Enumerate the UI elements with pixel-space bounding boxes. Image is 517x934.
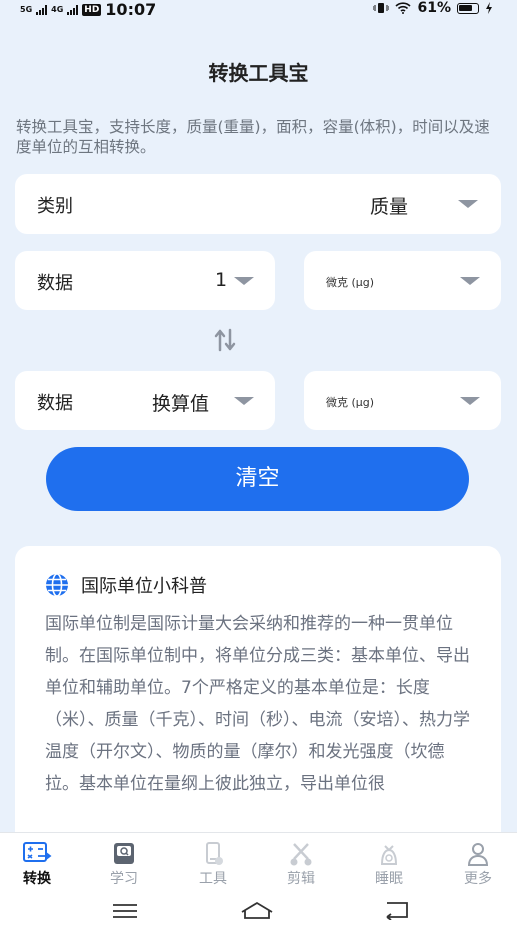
battery-percent: 61% (417, 0, 451, 16)
status-time: 10:07 (105, 0, 157, 19)
tab-tools[interactable]: 工具 (170, 833, 256, 889)
info-title: 国际单位小科普 (81, 576, 207, 597)
input-unit: 微克 (µg) (326, 276, 375, 289)
output-value: 换算值 (152, 393, 210, 415)
sleep-icon (380, 845, 398, 865)
tab-label: 更多 (464, 871, 492, 887)
chevron-down-icon (460, 277, 480, 285)
chevron-down-icon (458, 200, 478, 208)
input-value-field[interactable]: 数据 1 (15, 251, 275, 310)
output-label: 数据 (37, 393, 73, 414)
category-label: 类别 (37, 196, 73, 217)
tab-more[interactable]: 更多 (435, 833, 517, 889)
chevron-down-icon (460, 397, 480, 405)
category-value: 质量 (370, 196, 409, 218)
chevron-down-icon (234, 277, 254, 285)
status-bar: 5G 4G HD 10:07 61% (0, 0, 517, 20)
clear-button[interactable]: 清空 (46, 447, 469, 511)
system-nav-bar (0, 888, 517, 934)
info-header: 国际单位小科普 (45, 572, 207, 598)
output-unit-selector[interactable]: 微克 (µg) (304, 371, 501, 430)
signal-icon (36, 4, 48, 15)
page-title: 转换工具宝 (208, 61, 309, 85)
scissors-icon (290, 843, 312, 866)
output-unit: 微克 (µg) (326, 396, 375, 409)
info-card: 国际单位小科普 国际单位制是国际计量大会采纳和推荐的一种一贯单位制。在国际单位制… (15, 546, 501, 836)
sim2-label: 4G (51, 4, 64, 14)
chevron-down-icon (234, 397, 254, 405)
sim1-label: 5G (20, 4, 33, 14)
hd-badge: HD (82, 3, 102, 16)
tab-label: 工具 (199, 871, 227, 887)
tab-label: 学习 (110, 871, 138, 887)
convert-icon (23, 842, 52, 862)
tools-icon (206, 842, 223, 865)
input-unit-selector[interactable]: 微克 (µg) (304, 251, 501, 310)
page-description: 转换工具宝，支持长度，质量(重量)，面积，容量(体积)，时间以及速度单位的互相转… (16, 118, 490, 156)
status-right: 61% (373, 0, 493, 16)
status-left: 5G 4G HD 10:07 (20, 0, 156, 19)
output-value-field[interactable]: 数据 换算值 (15, 371, 275, 430)
tab-label: 剪辑 (287, 871, 315, 887)
category-selector[interactable]: 类别 质量 (15, 174, 501, 234)
home-icon[interactable] (240, 900, 274, 920)
input-value[interactable]: 1 (215, 269, 227, 291)
battery-icon (457, 2, 479, 14)
tab-convert[interactable]: 转换 (0, 833, 80, 889)
vibrate-icon (373, 3, 390, 13)
bottom-tab-bar: 转换 学习 工具 剪辑 睡眠 更多 (0, 832, 517, 889)
tab-sleep[interactable]: 睡眠 (346, 833, 432, 889)
back-icon[interactable] (383, 900, 411, 920)
tab-study[interactable]: 学习 (81, 833, 167, 889)
tab-label: 转换 (23, 871, 51, 887)
input-label: 数据 (37, 273, 73, 294)
study-icon (114, 843, 134, 864)
tab-label: 睡眠 (375, 871, 403, 887)
wifi-icon (395, 2, 412, 14)
globe-icon (46, 573, 68, 597)
info-body: 国际单位制是国际计量大会采纳和推荐的一种一贯单位制。在国际单位制中，将单位分成三… (45, 614, 470, 794)
charging-icon (486, 2, 492, 14)
signal-icon-2 (67, 4, 79, 15)
swap-icon[interactable] (212, 328, 238, 352)
tab-edit[interactable]: 剪辑 (258, 833, 344, 889)
person-icon (467, 843, 489, 866)
menu-icon[interactable] (111, 902, 139, 920)
